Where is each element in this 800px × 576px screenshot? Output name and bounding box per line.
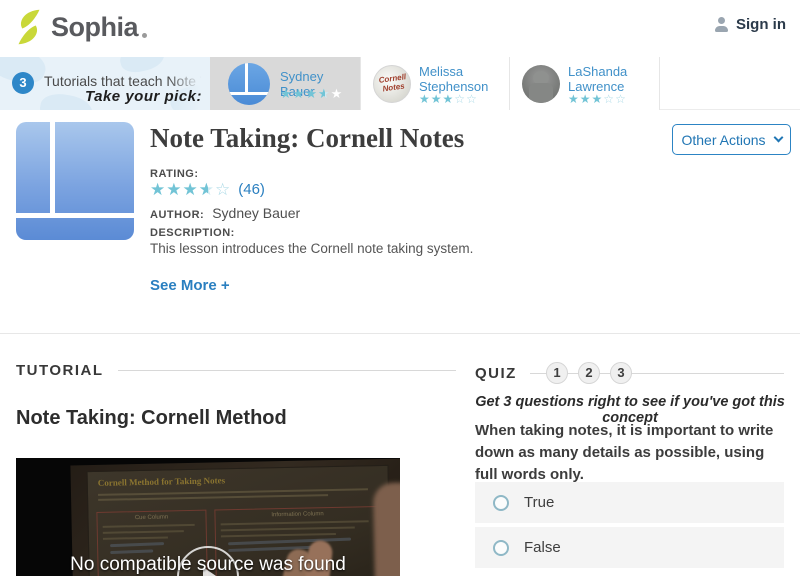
top-header: Sophia Sign in bbox=[0, 0, 800, 57]
other-actions-button[interactable]: Other Actions bbox=[672, 124, 791, 155]
author-value: Sydney Bauer bbox=[212, 205, 301, 221]
author-card-lashanda-lawrence[interactable]: LaShanda Lawrence ★★★☆☆ bbox=[510, 57, 660, 110]
see-more-link[interactable]: See More + bbox=[150, 277, 230, 294]
tutorial-picker-bar: 3 Tutorials that teach Note Taking Take … bbox=[0, 57, 800, 110]
avatar-cornell-notes-paper: Cornell Notes bbox=[373, 65, 411, 103]
page: Sophia Sign in 3 Tutorials that teach No… bbox=[0, 0, 800, 576]
information-column-label: Information Column bbox=[271, 511, 324, 519]
lesson-rating-stars: ★★★★ ★ ☆ bbox=[150, 180, 232, 199]
author-rating-stars: ★★★☆☆ bbox=[419, 92, 478, 106]
author-card-melissa-stephenson[interactable]: Cornell Notes Melissa Stephenson ★★★☆☆ bbox=[360, 57, 510, 110]
brand-name: Sophia bbox=[51, 11, 139, 42]
picker-tagline: Take your pick: bbox=[85, 88, 202, 105]
video-error-message: No compatible source was found bbox=[70, 554, 346, 575]
person-icon bbox=[714, 17, 729, 32]
cue-column-label: Cue Column bbox=[134, 514, 169, 522]
author-rating-stars: ★★★☆☆ bbox=[568, 92, 627, 106]
rating-label: RATING: bbox=[150, 168, 199, 180]
quiz-section-header: QUIZ 1 2 3 bbox=[475, 362, 784, 384]
sign-in-label: Sign in bbox=[736, 16, 786, 33]
chevron-down-icon bbox=[773, 132, 783, 143]
quiz-option-false[interactable]: False bbox=[475, 527, 784, 568]
option-label: False bbox=[524, 539, 561, 556]
tutorial-header-rule bbox=[117, 370, 456, 371]
description-label: DESCRIPTION: bbox=[150, 227, 235, 239]
description-text: This lesson introduces the Cornell note … bbox=[150, 241, 474, 256]
video-player[interactable]: Cornell Method for Taking Notes Cue Colu… bbox=[16, 458, 400, 576]
author-rating-stars: ★★★★ ★ ★ bbox=[280, 86, 344, 101]
sophia-logo[interactable]: Sophia bbox=[14, 9, 148, 45]
quiz-step-1: 1 bbox=[546, 362, 568, 384]
quiz-option-true[interactable]: True bbox=[475, 482, 784, 523]
author-row: AUTHOR: Sydney Bauer bbox=[150, 205, 300, 221]
rating-count-link[interactable]: (46) bbox=[238, 181, 265, 198]
quiz-question: When taking notes, it is important to wr… bbox=[475, 422, 774, 483]
video-heading: Note Taking: Cornell Method bbox=[16, 407, 287, 429]
sophia-logo-icon bbox=[18, 9, 40, 45]
quiz-step-2: 2 bbox=[578, 362, 600, 384]
option-label: True bbox=[524, 494, 555, 511]
tutorial-section-label: TUTORIAL bbox=[16, 362, 104, 379]
avatar-cornell-layout bbox=[228, 63, 270, 105]
author-name: Melissa Stephenson bbox=[419, 64, 489, 94]
picker-intro-panel: 3 Tutorials that teach Note Taking Take … bbox=[0, 57, 210, 110]
rating-row: ★★★★ ★ ☆ (46) bbox=[150, 181, 265, 198]
video-doc-title: Cornell Method for Taking Notes bbox=[97, 475, 226, 488]
author-name: LaShanda Lawrence bbox=[568, 64, 628, 94]
radio-button[interactable] bbox=[493, 494, 509, 511]
section-divider bbox=[0, 333, 800, 334]
lesson-thumbnail-cornell-layout bbox=[16, 122, 134, 240]
tutorial-section-header: TUTORIAL bbox=[16, 362, 456, 379]
avatar-portrait bbox=[522, 65, 560, 103]
tutorial-count-badge: 3 bbox=[12, 72, 34, 94]
quiz-step-3: 3 bbox=[610, 362, 632, 384]
quiz-section-label: QUIZ bbox=[475, 364, 517, 382]
quiz-header-rule bbox=[530, 373, 784, 374]
sign-in-button[interactable]: Sign in bbox=[714, 16, 786, 33]
author-label: AUTHOR: bbox=[150, 209, 205, 221]
logo-dot bbox=[142, 33, 148, 38]
author-card-sydney-bauer[interactable]: Sydney Bauer ★★★★ ★ ★ bbox=[210, 57, 360, 110]
other-actions-label: Other Actions bbox=[681, 131, 766, 148]
radio-button[interactable] bbox=[493, 539, 509, 556]
page-title: Note Taking: Cornell Notes bbox=[150, 123, 465, 153]
